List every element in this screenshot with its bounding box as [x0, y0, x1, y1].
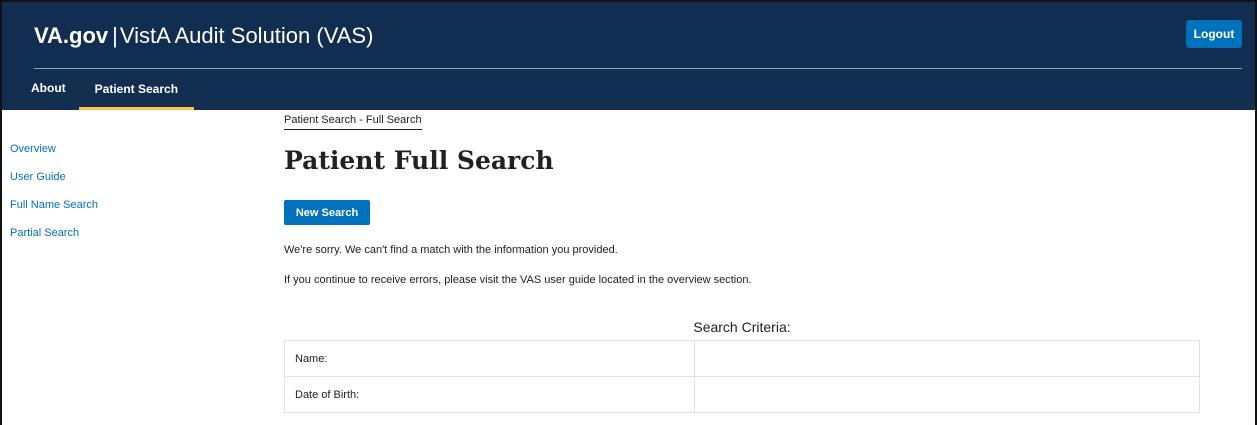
error-help-message: If you continue to receive errors, pleas… [284, 274, 752, 286]
criteria-value-name [694, 340, 1200, 377]
site-header: VA.gov |VistA Audit Solution (VAS) Logout… [2, 2, 1255, 110]
sidebar: Overview User Guide Full Name Search Par… [10, 142, 210, 254]
table-row: Name: [284, 340, 1200, 377]
search-criteria-table: Name: Date of Birth: [284, 340, 1200, 413]
table-row: Date of Birth: [284, 376, 1200, 413]
main-nav: About Patient Search [18, 71, 195, 110]
sidebar-item-user-guide[interactable]: User Guide [10, 170, 210, 198]
header-divider [34, 68, 1242, 69]
sidebar-item-full-name-search[interactable]: Full Name Search [10, 198, 210, 226]
new-search-button[interactable]: New Search [284, 200, 370, 225]
brand-separator: | [112, 23, 118, 48]
logout-button[interactable]: Logout [1186, 20, 1242, 48]
page-title: Patient Full Search [284, 146, 554, 175]
breadcrumb[interactable]: Patient Search - Full Search [284, 114, 422, 130]
no-match-message: We're sorry. We can't find a match with … [284, 244, 618, 256]
site-brand[interactable]: VA.gov |VistA Audit Solution (VAS) [34, 22, 373, 50]
tab-about[interactable]: About [18, 71, 79, 110]
app-name: VistA Audit Solution (VAS) [119, 23, 374, 48]
criteria-label-name: Name: [284, 340, 695, 377]
sidebar-item-partial-search[interactable]: Partial Search [10, 226, 210, 254]
search-criteria-heading: Search Criteria: [693, 319, 791, 335]
criteria-value-dob [694, 376, 1200, 413]
criteria-label-dob: Date of Birth: [284, 376, 695, 413]
va-gov-logo-text[interactable]: VA.gov [34, 23, 108, 48]
sidebar-item-overview[interactable]: Overview [10, 142, 210, 170]
tab-patient-search[interactable]: Patient Search [78, 71, 195, 110]
app-window: VA.gov |VistA Audit Solution (VAS) Logout… [0, 0, 1257, 425]
